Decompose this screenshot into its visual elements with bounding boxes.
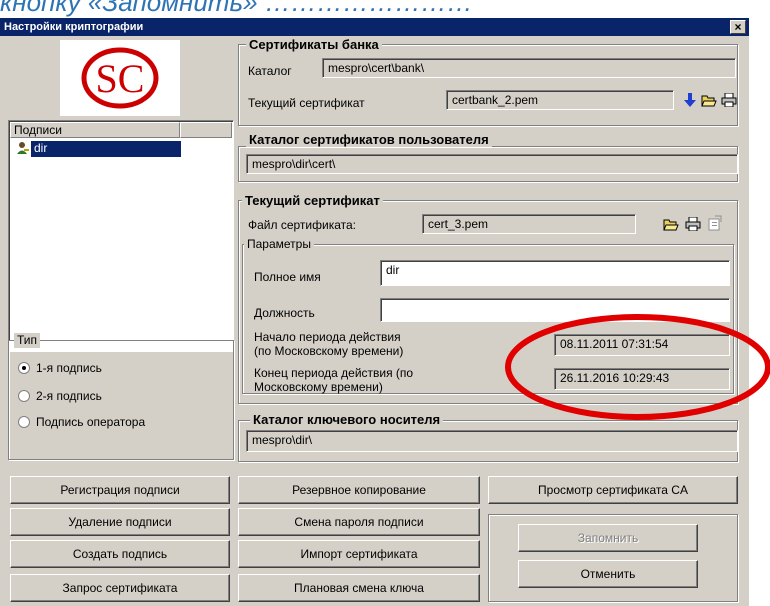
print-icon[interactable] (720, 92, 738, 108)
radio-operator-signature[interactable] (18, 416, 30, 428)
radio-second-signature-label[interactable]: 2-я подпись (36, 389, 102, 403)
bank-current-cert-field[interactable]: certbank_2.pem (446, 90, 674, 110)
signature-item-dir[interactable]: dir (31, 141, 181, 157)
full-name-field[interactable]: dir (380, 260, 730, 286)
bank-certs-group (238, 44, 738, 126)
window-title: Настройки криптографии (4, 21, 144, 33)
import-certificate-button[interactable]: Импорт сертификата (238, 540, 480, 568)
position-field[interactable] (380, 298, 730, 322)
user-catalog-title: Каталог сертификатов пользователя (246, 132, 492, 147)
position-label: Должность (254, 306, 315, 320)
start-period-label-2: (по Московскому времени) (254, 344, 404, 358)
backup-button[interactable]: Резервное копирование (238, 476, 480, 504)
signatures-list[interactable]: Подписи dir (8, 120, 234, 352)
current-cert-title: Текущий сертификат (242, 193, 383, 208)
bank-certs-title: Сертификаты банка (246, 37, 382, 52)
params-title: Параметры (244, 237, 314, 252)
radio-first-signature-label[interactable]: 1-я подпись (36, 361, 102, 375)
radio-operator-signature-label[interactable]: Подпись оператора (36, 415, 145, 429)
title-bar: Настройки криптографии (0, 18, 749, 36)
planned-key-change-button[interactable]: Плановая смена ключа (238, 574, 480, 602)
settings-dialog: Настройки криптографии × SC Подписи dir … (0, 18, 749, 606)
logo-text: SC (96, 56, 145, 101)
create-signature-button[interactable]: Создать подпись (10, 540, 230, 568)
request-certificate-button[interactable]: Запрос сертификата (10, 574, 230, 602)
key-catalog-field[interactable]: mespro\dir\ (246, 430, 738, 452)
close-icon: × (734, 20, 742, 34)
user-catalog-field[interactable]: mespro\dir\cert\ (246, 154, 738, 174)
delete-signature-button[interactable]: Удаление подписи (10, 508, 230, 536)
full-name-label: Полное имя (254, 270, 321, 284)
signature-item-label: dir (34, 141, 48, 155)
signatures-column-header[interactable]: Подписи (10, 122, 180, 138)
key-catalog-title: Каталог ключевого носителя (250, 412, 444, 427)
user-key-icon (15, 141, 29, 155)
end-period-label-1: Конец периода действия (по (254, 366, 414, 380)
print-icon[interactable] (684, 216, 702, 232)
end-period-field[interactable]: 26.11.2016 10:29:43 (554, 368, 730, 390)
download-arrow-icon[interactable] (682, 92, 698, 108)
change-password-button[interactable]: Смена пароля подписи (238, 508, 480, 536)
remember-button[interactable]: Запомнить (518, 524, 698, 552)
bank-catalog-label: Каталог (248, 64, 292, 78)
start-period-field[interactable]: 08.11.2011 07:31:54 (554, 334, 730, 356)
type-group-title: Тип (14, 333, 41, 348)
bank-catalog-field[interactable]: mespro\cert\bank\ (322, 58, 736, 78)
start-period-label-1: Начало периода действия (254, 330, 401, 344)
cert-file-field[interactable]: cert_3.pem (422, 214, 636, 234)
end-period-label-2: Московскому времени) (254, 380, 383, 394)
radio-second-signature[interactable] (18, 390, 30, 402)
register-signature-button[interactable]: Регистрация подписи (10, 476, 230, 504)
properties-icon[interactable] (706, 214, 724, 232)
open-folder-icon[interactable] (662, 216, 680, 232)
signatures-header-label: Подписи (14, 123, 62, 137)
view-ca-certificate-button[interactable]: Просмотр сертификата CA (488, 476, 738, 504)
signatures-column-header-2[interactable] (180, 122, 232, 138)
cancel-button[interactable]: Отменить (518, 560, 698, 588)
radio-first-signature[interactable] (18, 362, 30, 374)
close-button[interactable]: × (730, 20, 746, 34)
cert-file-label: Файл сертификата: (248, 218, 356, 232)
sc-logo-icon: SC (81, 47, 159, 109)
bank-current-cert-label: Текущий сертификат (248, 96, 365, 110)
logo: SC (60, 40, 180, 116)
open-folder-icon[interactable] (700, 92, 718, 108)
